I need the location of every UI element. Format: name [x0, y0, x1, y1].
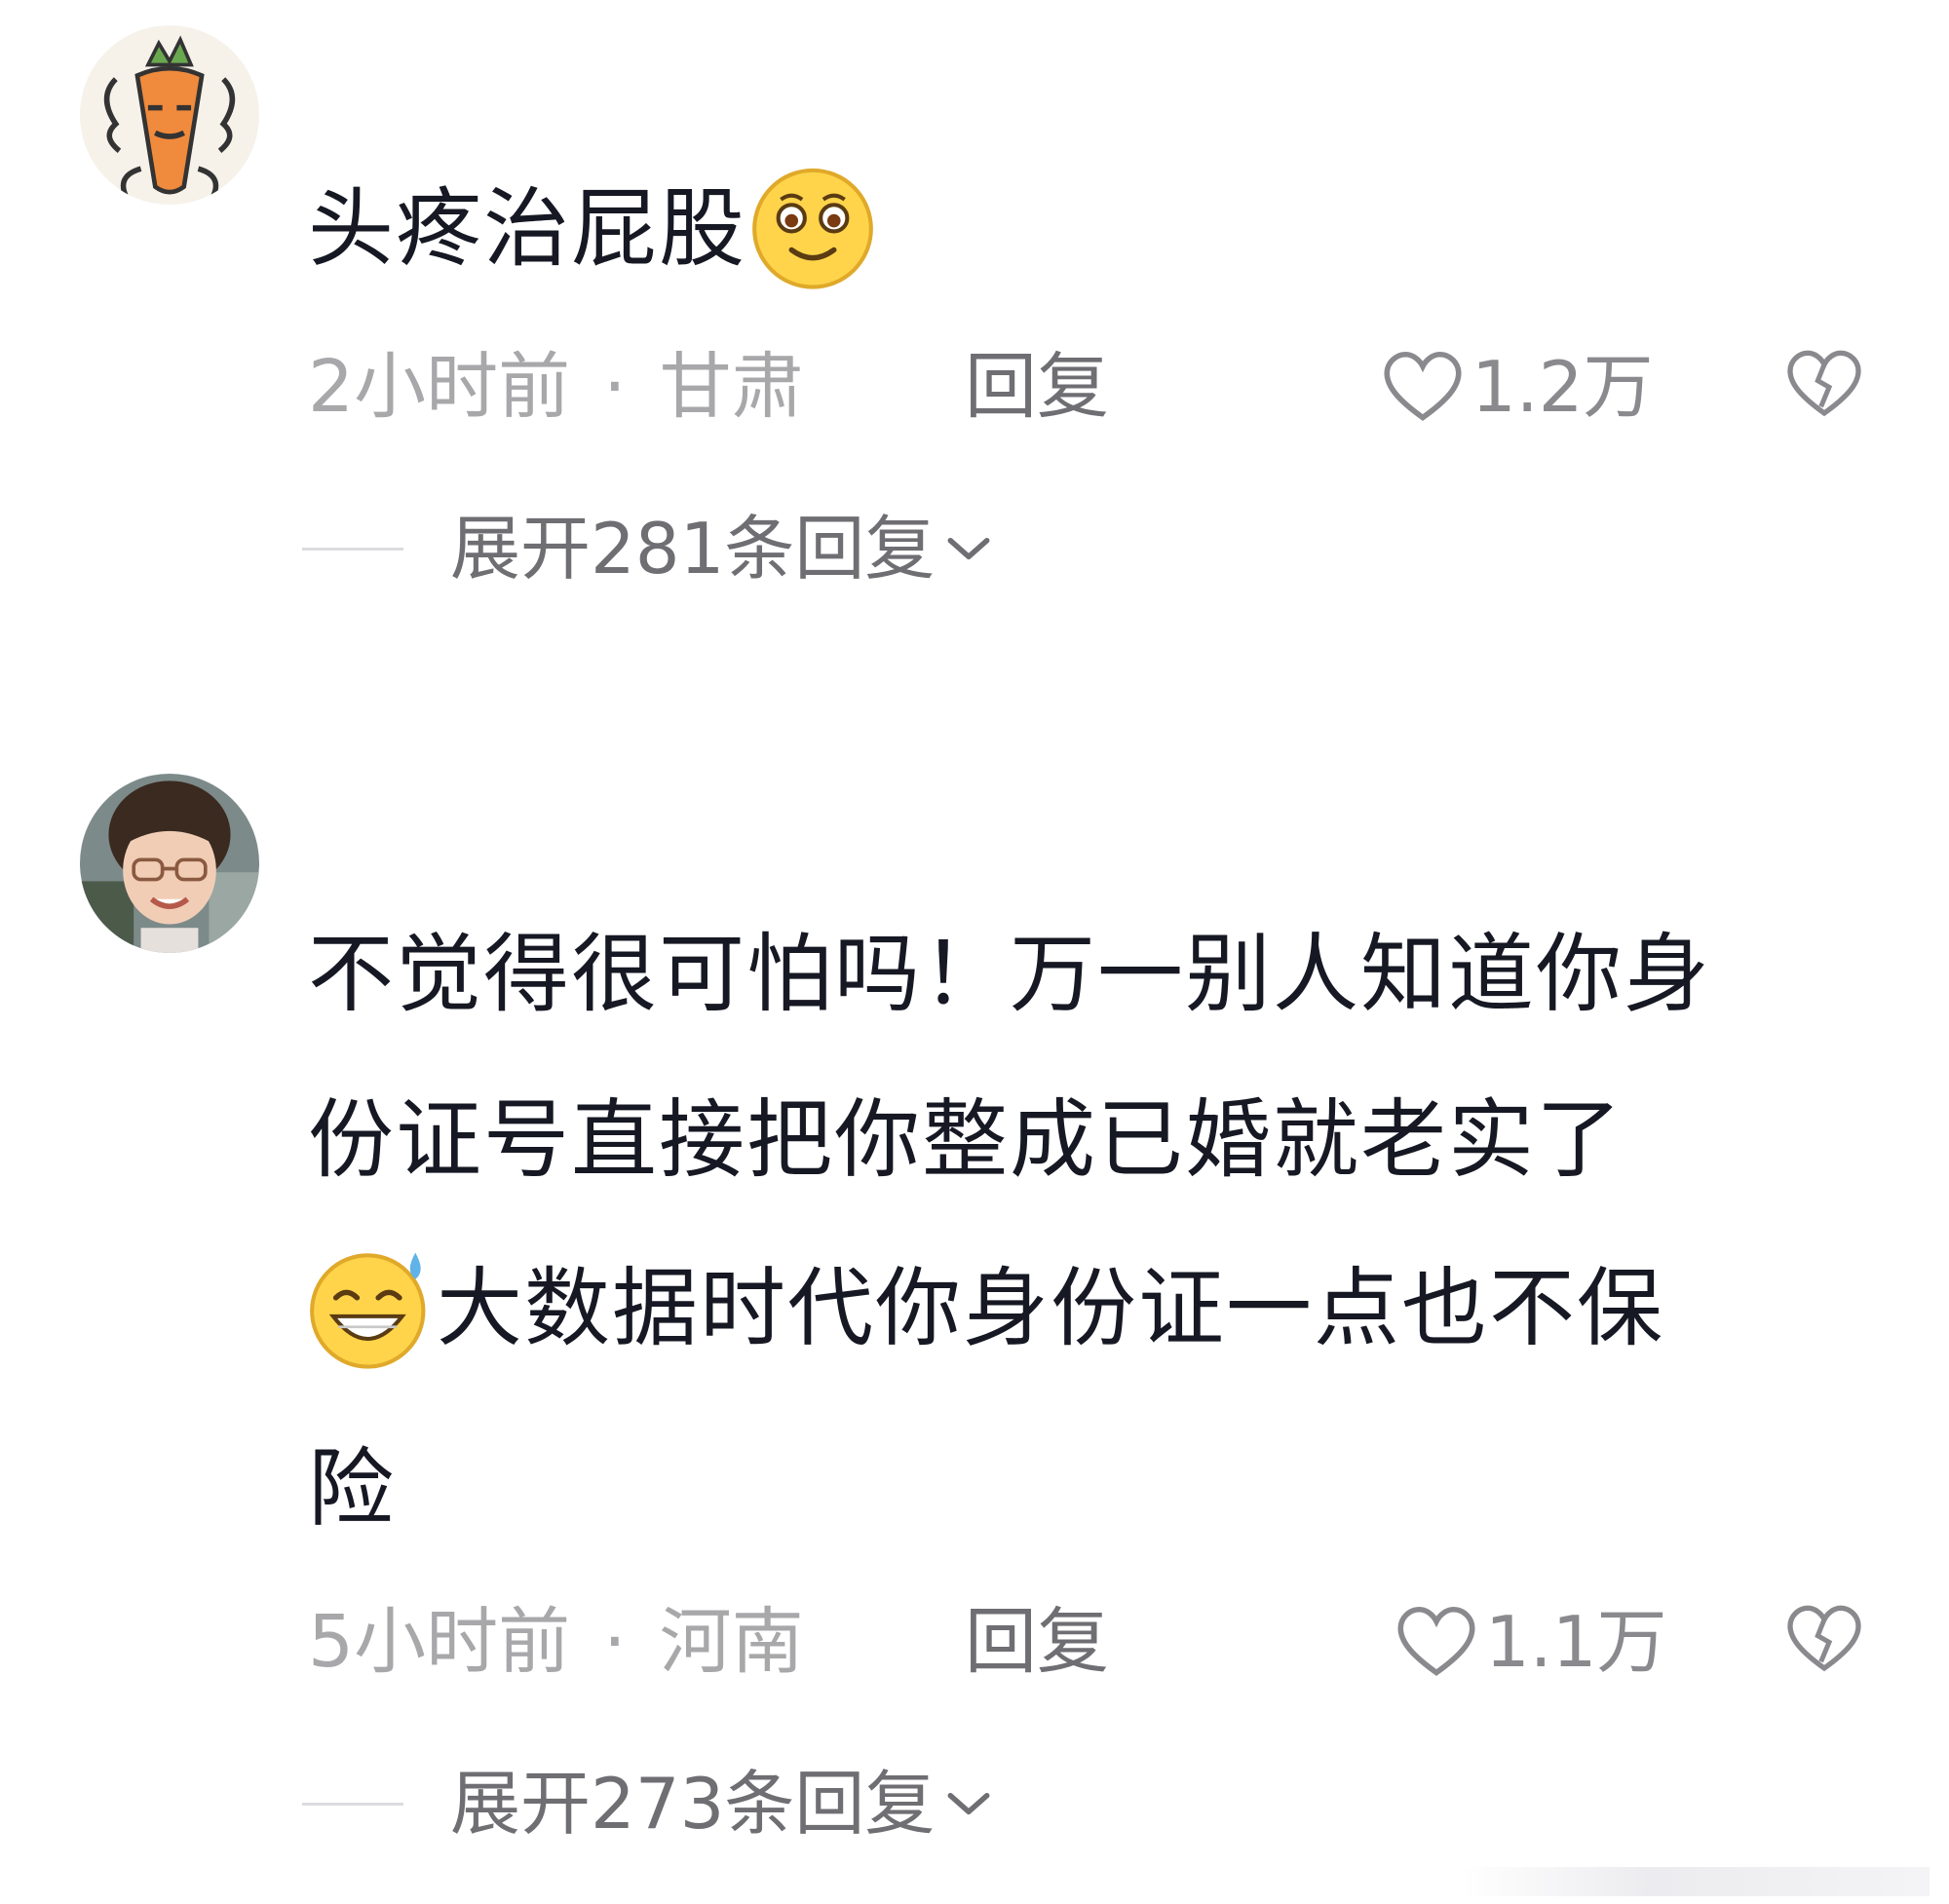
divider-line [302, 547, 403, 551]
comment-meta: 2小时前 · 甘肃 [308, 343, 804, 431]
like-button[interactable]: 1.2万 [1382, 343, 1654, 431]
expand-replies-button[interactable]: 展开281条回复 [302, 505, 993, 592]
like-button[interactable]: 1.1万 [1395, 1598, 1667, 1686]
comment-text: 大数据时代你身份证一点也不保 [304, 1252, 1665, 1372]
divider-line [302, 1802, 403, 1806]
comment-text: 头疼治屁股 [308, 168, 879, 292]
like-count: 1.2万 [1471, 346, 1654, 428]
broken-heart-icon[interactable] [1785, 1602, 1863, 1676]
comment-meta: 5小时前 · 河南 [308, 1598, 804, 1686]
broken-heart-icon[interactable] [1785, 347, 1863, 421]
expand-replies-label: 展开273条回复 [450, 1763, 936, 1845]
chevron-down-icon [947, 537, 990, 560]
comment-time: 2小时前 [308, 345, 571, 429]
comment-text-line: 大数据时代你身份证一点也不保 [437, 1257, 1665, 1358]
comment-time: 5小时前 [308, 1600, 571, 1684]
chevron-down-icon [947, 1792, 990, 1815]
comment-text-line: 份证号直接把你整成已婚就老实了 [308, 1089, 1624, 1190]
comment-location: 甘肃 [659, 345, 804, 429]
expand-replies-button[interactable]: 展开273条回复 [302, 1760, 993, 1847]
user-avatar[interactable] [80, 774, 259, 953]
heart-icon [1397, 1606, 1475, 1676]
like-count: 1.1万 [1485, 1601, 1667, 1683]
reply-button[interactable]: 回复 [965, 1598, 1109, 1686]
girl-with-glasses-icon [80, 774, 259, 953]
user-avatar[interactable] [80, 25, 259, 205]
comment-location: 河南 [659, 1600, 804, 1684]
smiling-emoji-icon [746, 160, 879, 292]
grinning-sweat-emoji-icon [304, 1239, 437, 1372]
comment-text-line: 头疼治屁股 [308, 177, 747, 279]
expand-replies-label: 展开281条回复 [450, 508, 936, 590]
comment-text-line: 险 [308, 1438, 397, 1539]
carrot-character-icon [80, 25, 259, 205]
heart-icon [1384, 351, 1462, 421]
meta-separator: · [603, 345, 627, 429]
watermark-fade [1462, 1867, 1930, 1896]
comment-text-line: 不觉得很可怕吗！万一别人知道你身 [308, 924, 1712, 1024]
meta-separator: · [603, 1600, 627, 1684]
reply-button[interactable]: 回复 [965, 343, 1109, 431]
